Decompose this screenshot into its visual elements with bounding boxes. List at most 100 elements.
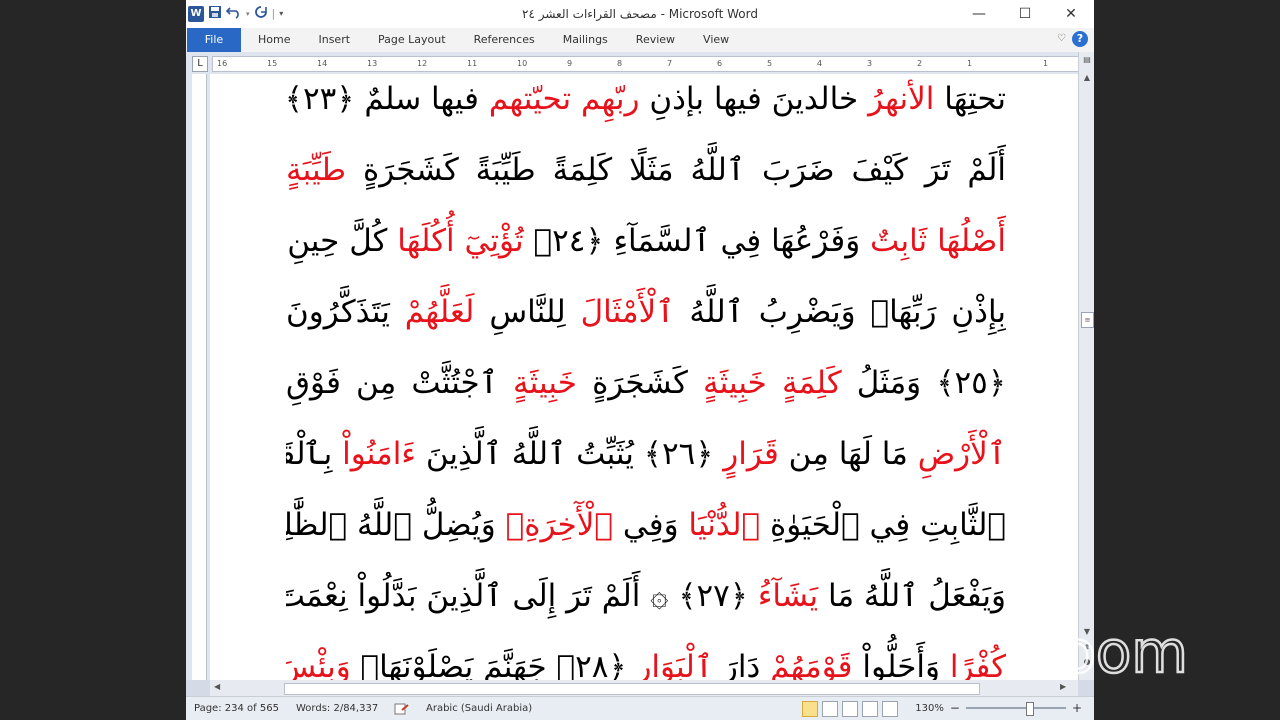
word: طَيِّبَةٍ — [286, 152, 347, 188]
scroll-thumb[interactable]: ≡ — [1081, 312, 1094, 328]
word-count[interactable]: Words: 2/84,337 — [296, 703, 378, 714]
word-window: W ▾ | ▾ مصحف القراءات العشر ٢٤ - Microso… — [186, 0, 1094, 720]
ruler-number: 2 — [917, 59, 923, 68]
minimize-button[interactable]: — — [956, 0, 1002, 28]
zoom-level[interactable]: 130% — [915, 703, 944, 714]
ruler-number: 7 — [667, 59, 673, 68]
word: ٱلسَّمَآءِ — [613, 223, 711, 259]
document-page[interactable]: تحتِهَا الأنهرُ خالدينَ فيها بإذنِ ربّهِ… — [210, 74, 1078, 680]
word: ٱللَّهُ — [863, 578, 919, 614]
status-bar: Page: 234 of 565 Words: 2/84,337 Arabic … — [186, 696, 1094, 720]
text-line: ٱلْأَرْضِ مَا لَهَا مِن قَرَارٍ ﴿٢٦﴾ يُث… — [286, 419, 1006, 490]
ruler-number: 12 — [417, 59, 428, 68]
ruler-number: 1 — [1043, 59, 1049, 68]
horizontal-ruler[interactable]: 16 15 14 13 12 11 10 9 8 7 6 5 4 3 2 1 1 — [212, 56, 1082, 72]
horizontal-scrollbar[interactable]: ◀ ▶ — [210, 680, 1078, 696]
word: ضَرَبَ — [761, 152, 835, 188]
zoom-in-button[interactable]: + — [1072, 701, 1082, 715]
maximize-button[interactable]: ☐ — [1002, 0, 1048, 28]
word: الأنهرُ — [868, 81, 935, 117]
word: فيها — [713, 81, 762, 117]
tab-file[interactable]: File — [187, 28, 241, 52]
word: يَتَذَكَّرُونَ — [286, 294, 390, 330]
tab-home[interactable]: Home — [244, 28, 304, 52]
ruler-number: 13 — [367, 59, 378, 68]
window-controls: — ☐ ✕ — [956, 0, 1094, 28]
minimize-ribbon-icon[interactable]: ♡ — [1057, 31, 1066, 47]
word: سلمٌ — [364, 81, 422, 117]
ruler-number: 15 — [267, 59, 278, 68]
outline-button[interactable] — [862, 701, 878, 717]
word: جَهَنَّمَ — [483, 649, 547, 680]
word: فَوْقِ — [286, 365, 341, 401]
tab-selector[interactable]: L — [192, 56, 208, 72]
word: ﴿٢٣﴾ — [286, 81, 355, 117]
ribbon-tabs: Home Insert Page Layout References Maili… — [244, 28, 743, 52]
word: ٱلْأٓخِرَةِۖ — [505, 507, 614, 543]
word: يَشَآءُ — [757, 578, 819, 614]
vertical-scrollbar[interactable]: ▤ ▲ ≡ ▼ ⇞ ● — [1078, 52, 1094, 680]
ruler-number: 14 — [317, 59, 328, 68]
word: يُثَبِّتُ — [576, 436, 634, 472]
tab-page-layout[interactable]: Page Layout — [364, 28, 460, 52]
word: ٱلدُّنْيَا — [688, 507, 761, 543]
print-layout-button[interactable] — [802, 701, 818, 717]
ruler-number: 6 — [717, 59, 723, 68]
draft-button[interactable] — [882, 701, 898, 717]
ruler-number: 16 — [217, 59, 228, 68]
word: ٱلْأَمْثَالَ — [580, 294, 675, 330]
word: وَمَثَلُ — [856, 365, 922, 401]
ruler-number: 11 — [467, 59, 478, 68]
word: يَصْلَوْنَهَاۖ — [360, 649, 474, 680]
close-button[interactable]: ✕ — [1048, 0, 1094, 28]
zoom-logo: zoom — [1030, 624, 1189, 684]
page-count[interactable]: Page: 234 of 565 — [194, 703, 279, 714]
full-screen-reading-button[interactable] — [822, 701, 838, 717]
word: كَشَجَرَةٍ — [592, 365, 688, 401]
scroll-left-icon[interactable]: ◀ — [214, 682, 220, 691]
word: وَيَفْعَلُ — [928, 578, 1006, 614]
word: كَشَجَرَةٍ — [362, 152, 459, 188]
word: قَرَارٍ — [723, 436, 779, 472]
zoom-slider-thumb[interactable] — [1025, 702, 1034, 716]
document-text: تحتِهَا الأنهرُ خالدينَ فيها بإذنِ ربّهِ… — [286, 74, 1006, 680]
tab-mailings[interactable]: Mailings — [549, 28, 622, 52]
word: خالدينَ — [771, 81, 859, 117]
tab-insert[interactable]: Insert — [304, 28, 364, 52]
scroll-up-icon[interactable]: ▲ — [1081, 72, 1093, 84]
word: أَلَمْ — [967, 152, 1006, 188]
word: ٱللَّهُ — [357, 507, 412, 543]
tab-references[interactable]: References — [460, 28, 549, 52]
text-line: أَصْلُهَا ثَابِتٌ وَفَرْعُهَا فِي ٱلسَّم… — [286, 206, 1006, 277]
ruler-number: 10 — [517, 59, 528, 68]
help-icon[interactable]: ? — [1072, 31, 1088, 47]
language-indicator[interactable]: Arabic (Saudi Arabia) — [426, 703, 532, 714]
zoom-slider[interactable] — [965, 702, 1066, 716]
text-line: أَلَمْ تَرَ كَيْفَ ضَرَبَ ٱللَّهُ مَثَلً… — [286, 135, 1006, 206]
proofing-icon[interactable] — [394, 703, 410, 718]
tab-review[interactable]: Review — [622, 28, 689, 52]
text-line: بِإِذْنِ رَبِّهَاۗ وَيَضْرِبُ ٱللَّهُ ٱل… — [286, 277, 1006, 348]
word: ﴿٢٧﴾ — [678, 578, 748, 614]
text-line: كُفْرًا وَأَحَلُّواْ قَوْمَهُمْ دَارَ ٱل… — [286, 632, 1006, 680]
word: ٱللَّهُ — [689, 294, 744, 330]
word: مِن — [356, 365, 397, 401]
word: ٱلَّذِينَ — [426, 578, 503, 614]
web-layout-button[interactable] — [842, 701, 858, 717]
word: وَبِئْسَ — [286, 649, 351, 680]
tab-view[interactable]: View — [689, 28, 743, 52]
word: كَلِمَةً — [552, 152, 613, 188]
word: إِلَى — [512, 578, 557, 614]
ruler-toggle-icon[interactable]: ▤ — [1081, 54, 1093, 66]
zoom-logo-text: zoom — [1030, 624, 1188, 684]
ruler-row: L 16 15 14 13 12 11 10 9 8 7 6 5 4 3 2 1… — [186, 52, 1094, 74]
word: ٱلْأَرْضِ — [917, 436, 1006, 472]
vertical-ruler[interactable] — [186, 74, 210, 680]
word: وَيُضِلُّ — [421, 507, 496, 543]
word: لَهَا — [838, 436, 872, 472]
horizontal-scroll-track[interactable] — [284, 683, 980, 695]
zoom-out-button[interactable]: − — [950, 701, 960, 715]
word: مَثَلًا — [629, 152, 674, 188]
word: أَصْلُهَا — [937, 223, 1006, 259]
word: بَدَّلُواْ — [357, 578, 417, 614]
